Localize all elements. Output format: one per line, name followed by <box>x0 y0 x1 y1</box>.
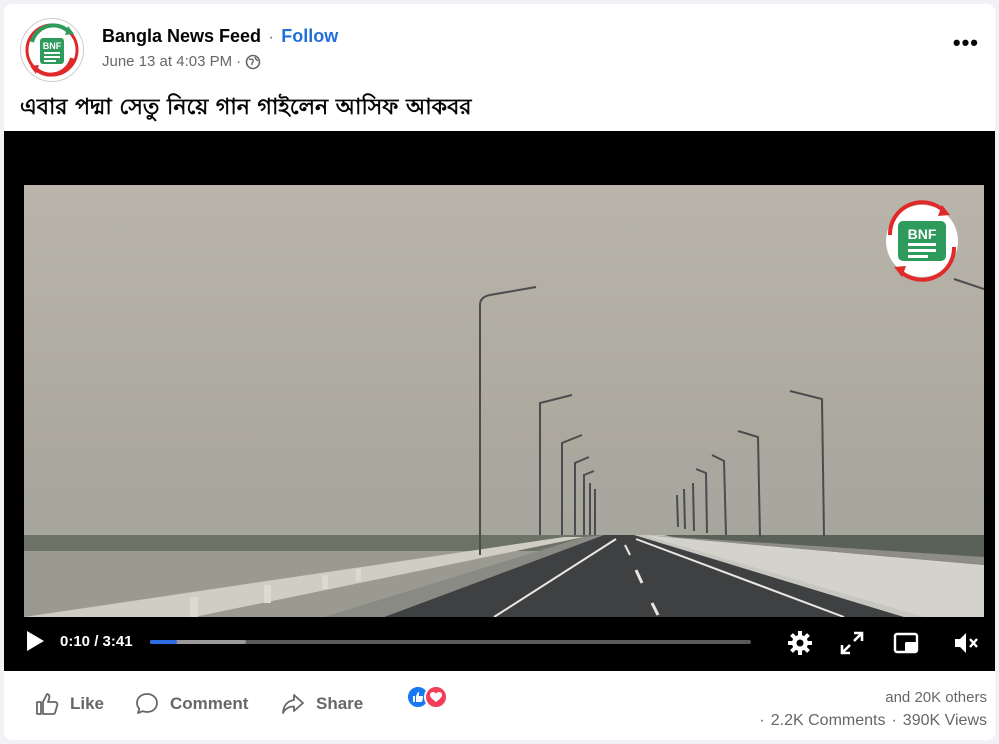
duration: 3:41 <box>102 633 133 650</box>
timestamp-link[interactable]: June 13 at 4:03 PM <box>102 53 232 70</box>
video-player[interactable]: BNF 0:10 / 3:41 <box>4 131 995 671</box>
settings-icon[interactable] <box>786 629 814 657</box>
video-controls: 0:10 / 3:41 <box>4 621 995 661</box>
played-bar <box>150 640 178 644</box>
bnf-logo-icon: BNF <box>25 23 79 77</box>
globe-icon[interactable] <box>245 54 261 70</box>
video-frame[interactable]: BNF <box>24 185 984 617</box>
play-icon[interactable] <box>24 629 46 653</box>
thumbs-up-icon <box>36 693 59 715</box>
post-header: BNF Bangla News Feed · Follow June 13 at… <box>20 18 979 88</box>
fullscreen-icon[interactable] <box>838 629 866 657</box>
current-time: 0:10 <box>60 633 91 650</box>
comment-button[interactable]: Comment <box>134 691 248 717</box>
video-progress-bar[interactable] <box>150 640 751 644</box>
bnf-watermark-icon: BNF <box>886 200 958 282</box>
share-button[interactable]: Share <box>280 691 363 717</box>
separator: · <box>268 29 274 46</box>
page-avatar[interactable]: BNF <box>20 18 84 82</box>
timestamp-separator: · <box>236 53 242 70</box>
like-button[interactable]: Like <box>34 691 104 717</box>
post-meta: Bangla News Feed · Follow June 13 at 4:0… <box>102 26 338 70</box>
stats-dot-2: · <box>891 712 897 729</box>
post-caption: এবার পদ্মা সেতু নিয়ে গান গাইলেন আসিফ আক… <box>20 95 472 120</box>
bridge-video-still: BNF <box>24 185 984 617</box>
stats-dot: · <box>759 712 765 729</box>
page-name-link[interactable]: Bangla News Feed <box>102 26 261 46</box>
reactions-count[interactable]: and 20K others <box>885 689 987 706</box>
mute-icon[interactable] <box>952 629 980 657</box>
comments-count[interactable]: 2.2K Comments <box>771 712 886 730</box>
comment-icon <box>136 693 158 714</box>
reaction-icons[interactable] <box>406 685 466 711</box>
share-label: Share <box>316 694 364 713</box>
timestamp-row: June 13 at 4:03 PM · <box>102 53 338 70</box>
love-reaction-icon <box>424 685 448 709</box>
post-stats: · 2.2K Comments · 390K Views <box>759 712 987 730</box>
video-timecode: 0:10 / 3:41 <box>60 633 133 650</box>
svg-text:BNF: BNF <box>908 226 937 242</box>
miniplayer-icon[interactable] <box>892 629 920 657</box>
share-icon <box>282 694 304 714</box>
comment-label: Comment <box>170 694 249 713</box>
more-options-icon[interactable]: ••• <box>953 30 979 56</box>
post-card: BNF Bangla News Feed · Follow June 13 at… <box>4 4 995 740</box>
post-footer: Like Comment Share and 20K others · 2.2K… <box>4 671 995 740</box>
views-count: 390K Views <box>902 712 987 729</box>
follow-button[interactable]: Follow <box>281 26 338 46</box>
like-label: Like <box>70 694 105 713</box>
svg-text:BNF: BNF <box>43 41 62 51</box>
time-separator: / <box>90 633 103 650</box>
